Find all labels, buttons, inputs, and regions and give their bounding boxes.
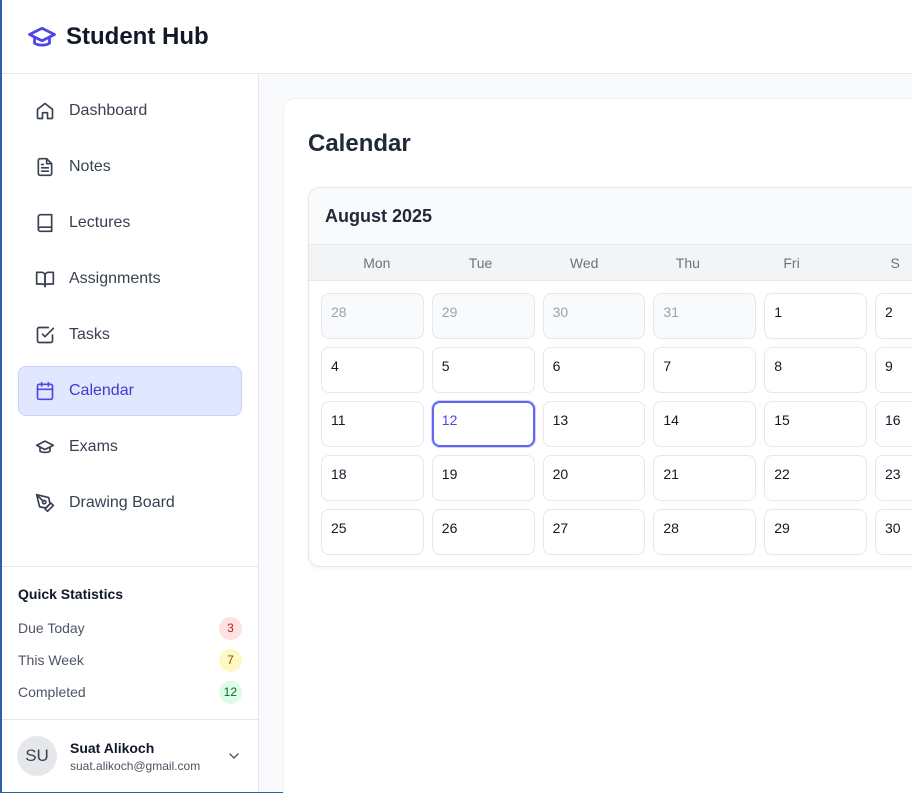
weekday-label: Tue xyxy=(468,255,493,271)
calendar-day[interactable]: 11 xyxy=(321,401,424,447)
calendar-card: Calendar August 2025 Mon Tue Wed Thu Fri… xyxy=(283,98,912,793)
file-text-icon xyxy=(35,157,55,177)
sidebar-item-label: Tasks xyxy=(69,326,110,343)
calendar-day[interactable]: 27 xyxy=(542,509,646,555)
calendar-day[interactable]: 9 xyxy=(874,347,912,393)
user-email: suat.alikoch@gmail.com xyxy=(70,758,201,773)
calendar-day[interactable]: 29 xyxy=(431,293,535,339)
calendar-day[interactable]: 5 xyxy=(431,347,535,393)
book-open-icon xyxy=(35,269,55,289)
calendar-header: August 2025 xyxy=(309,188,912,245)
calendar-day[interactable]: 6 xyxy=(542,347,646,393)
calendar-icon xyxy=(35,381,55,401)
stat-label: Due Today xyxy=(18,620,85,636)
quick-statistics: Quick Statistics Due Today 3 This Week 7… xyxy=(2,566,258,719)
calendar-day[interactable]: 13 xyxy=(542,401,646,447)
sidebar: Dashboard Notes Lectures Assignments Tas… xyxy=(2,74,259,792)
calendar-week-row: 18 19 20 21 22 23 xyxy=(321,455,912,501)
calendar-day[interactable]: 18 xyxy=(321,455,424,501)
sidebar-item-calendar[interactable]: Calendar xyxy=(18,366,242,416)
sidebar-item-notes[interactable]: Notes xyxy=(18,142,242,192)
main-content: Calendar August 2025 Mon Tue Wed Thu Fri… xyxy=(259,74,912,793)
month-label: August 2025 xyxy=(325,205,433,226)
calendar-week-row: 11 12 13 14 15 16 xyxy=(321,401,912,447)
pen-tool-icon xyxy=(35,493,55,513)
calendar-day[interactable]: 2 xyxy=(874,293,912,339)
stat-due-today: Due Today 3 xyxy=(18,612,242,644)
calendar-day[interactable]: 20 xyxy=(542,455,646,501)
calendar-day[interactable]: 28 xyxy=(653,509,757,555)
sidebar-nav: Dashboard Notes Lectures Assignments Tas… xyxy=(2,74,258,528)
count-badge: 12 xyxy=(218,680,242,704)
sidebar-item-exams[interactable]: Exams xyxy=(18,422,242,472)
calendar-day[interactable]: 1 xyxy=(764,293,867,339)
calendar-day[interactable]: 8 xyxy=(764,347,867,393)
chevron-down-icon[interactable] xyxy=(226,748,242,764)
sidebar-item-label: Calendar xyxy=(69,382,134,399)
calendar-widget: August 2025 Mon Tue Wed Thu Fri S 28 29 30… xyxy=(308,187,912,567)
calendar-day[interactable]: 30 xyxy=(542,293,646,339)
check-square-icon xyxy=(35,325,55,345)
calendar-day[interactable]: 14 xyxy=(653,401,757,447)
calendar-week-row: 28 29 30 31 1 2 xyxy=(321,293,912,339)
stat-label: This Week xyxy=(18,652,84,668)
graduation-cap-icon xyxy=(35,437,55,457)
sidebar-item-drawing-board[interactable]: Drawing Board xyxy=(18,478,242,528)
weekday-label: Wed xyxy=(569,255,599,271)
calendar-day[interactable]: 15 xyxy=(764,401,867,447)
sidebar-item-label: Assignments xyxy=(69,270,161,287)
calendar-day[interactable]: 29 xyxy=(764,509,867,555)
user-name: Suat Alikoch xyxy=(70,739,155,756)
calendar-day-today[interactable]: 12 xyxy=(431,401,535,447)
calendar-day[interactable]: 22 xyxy=(764,455,867,501)
calendar-day[interactable]: 21 xyxy=(653,455,757,501)
sidebar-item-label: Drawing Board xyxy=(69,494,175,511)
weekday-label: Thu xyxy=(675,255,700,271)
calendar-day[interactable]: 30 xyxy=(874,509,912,555)
sidebar-item-label: Lectures xyxy=(69,214,131,231)
count-badge: 7 xyxy=(219,648,242,672)
home-icon xyxy=(35,101,55,121)
sidebar-item-label: Exams xyxy=(69,438,118,455)
stat-completed: Completed 12 xyxy=(18,676,242,708)
calendar-week-row: 456789 xyxy=(321,347,912,393)
calendar-day[interactable]: 26 xyxy=(431,509,535,555)
calendar-grid: 28 29 30 31 1 2 4 5 6 7 8 9 11 12 13 14 15 16 18 19 20 21 22 23… xyxy=(309,281,912,555)
weekday-row: Mon Tue Wed Thu Fri S xyxy=(309,245,912,281)
sidebar-item-tasks[interactable]: Tasks xyxy=(18,310,242,360)
calendar-day[interactable]: 4 xyxy=(321,347,424,393)
calendar-day[interactable]: 28 xyxy=(321,293,424,339)
graduation-cap-icon xyxy=(26,21,58,53)
calendar-week-row: 25 26 27 28 29 30 xyxy=(321,509,912,555)
user-info: Suat Alikoch suat.alikoch@gmail.com xyxy=(70,740,200,773)
weekday-label: Mon xyxy=(363,255,391,271)
app-title[interactable]: Student Hub xyxy=(66,23,209,51)
weekday-label: Fri xyxy=(783,255,800,271)
sidebar-item-assignments[interactable]: Assignments xyxy=(18,254,242,304)
stats-title: Quick Statistics xyxy=(18,586,124,602)
book-icon xyxy=(35,213,55,233)
sidebar-item-dashboard[interactable]: Dashboard xyxy=(18,86,242,136)
sidebar-item-lectures[interactable]: Lectures xyxy=(18,198,242,248)
calendar-day[interactable]: 7 xyxy=(653,347,757,393)
stat-label: Completed xyxy=(18,684,86,700)
calendar-day[interactable]: 19 xyxy=(431,455,535,501)
sidebar-item-label: Notes xyxy=(69,158,111,175)
page-title: Calendar xyxy=(308,130,411,157)
weekday-label: S xyxy=(890,255,900,271)
calendar-day[interactable]: 16 xyxy=(874,401,912,447)
calendar-day[interactable]: 23 xyxy=(874,455,912,501)
app-header: Student Hub xyxy=(2,0,912,74)
count-badge: 3 xyxy=(219,616,242,640)
stat-this-week: This Week 7 xyxy=(18,644,242,676)
calendar-day[interactable]: 25 xyxy=(321,509,424,555)
avatar: SU xyxy=(17,736,57,776)
sidebar-item-label: Dashboard xyxy=(69,102,148,119)
user-profile[interactable]: SU Suat Alikoch suat.alikoch@gmail.com xyxy=(2,719,258,792)
calendar-day[interactable]: 31 xyxy=(653,293,757,339)
